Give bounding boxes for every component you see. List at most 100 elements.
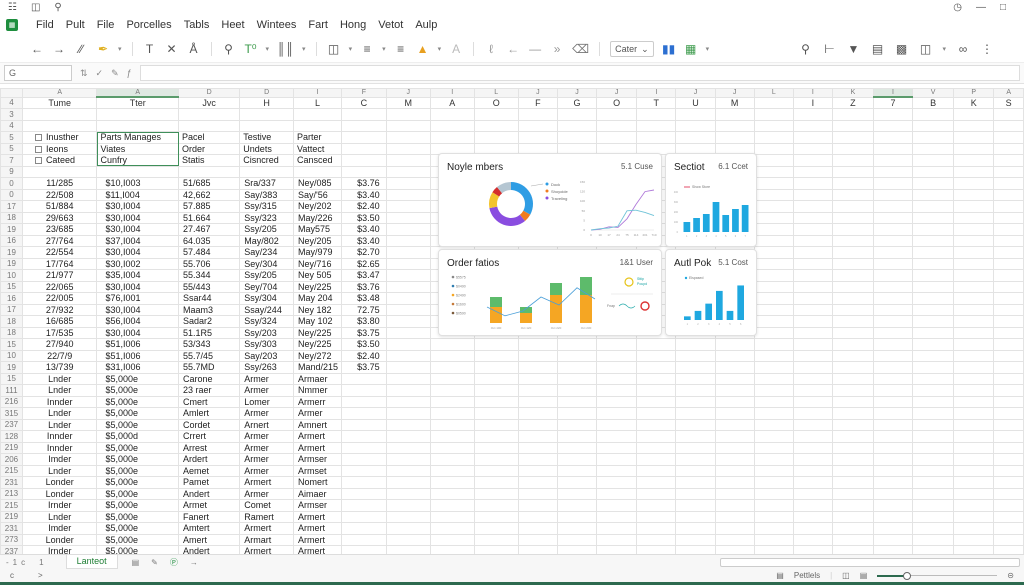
cell[interactable] (753, 349, 794, 362)
chart-card-section[interactable]: Sectiot 6.1 Ccet Show Store 0 100 200 300 400… (665, 153, 757, 247)
cell[interactable]: 55.706 (177, 257, 241, 270)
header-cell[interactable]: Jvc (177, 96, 241, 109)
cell[interactable] (473, 453, 519, 466)
column-header[interactable]: D (177, 88, 241, 98)
cell[interactable]: Armert (293, 441, 343, 454)
cell[interactable]: Testive (239, 131, 295, 144)
cell[interactable] (831, 223, 874, 236)
cell[interactable]: Viates (96, 142, 179, 155)
cell[interactable]: 27/940 (21, 338, 98, 351)
column-header[interactable]: I (429, 88, 475, 98)
redo-icon[interactable]: → (52, 40, 66, 58)
cell[interactable] (753, 441, 794, 454)
cell[interactable] (753, 464, 794, 477)
cell[interactable]: Cateed (21, 154, 98, 167)
cell[interactable] (993, 545, 1024, 554)
cell[interactable] (429, 372, 475, 385)
cell[interactable] (912, 361, 955, 374)
cell[interactable] (556, 453, 598, 466)
cell[interactable] (872, 384, 914, 397)
cell[interactable] (714, 453, 755, 466)
cell[interactable] (429, 131, 475, 144)
cell[interactable] (993, 499, 1024, 512)
cell[interactable] (831, 246, 874, 259)
cell[interactable] (675, 338, 716, 351)
cell[interactable] (912, 510, 955, 523)
column-header[interactable]: J (596, 88, 638, 98)
cell[interactable]: $5,000e (96, 487, 179, 500)
cell[interactable] (714, 384, 755, 397)
edit-icon[interactable]: ✎ (111, 68, 119, 79)
cell[interactable]: Ney 182 (293, 303, 343, 316)
cell[interactable] (517, 476, 558, 489)
cell[interactable] (714, 131, 755, 144)
cell[interactable] (517, 131, 558, 144)
cell[interactable] (792, 545, 833, 554)
cell[interactable] (596, 464, 638, 477)
cell[interactable]: Lomer (239, 395, 295, 408)
cell[interactable] (714, 338, 755, 351)
cell[interactable]: Say/203 (239, 349, 295, 362)
cell[interactable] (753, 303, 794, 316)
cell[interactable]: Innder (21, 430, 98, 443)
row-header[interactable]: 7 (0, 154, 23, 167)
row-header[interactable]: 17 (0, 200, 23, 213)
cell[interactable]: $51,I006 (96, 349, 179, 362)
cell[interactable] (517, 418, 558, 431)
cell[interactable] (556, 487, 598, 500)
cell[interactable]: $37,I004 (96, 234, 179, 247)
cell[interactable] (596, 453, 638, 466)
cell[interactable] (385, 361, 431, 374)
row-header[interactable]: 0 (0, 188, 23, 201)
cell[interactable]: $3.80 (341, 315, 387, 328)
column-header[interactable]: L (473, 88, 519, 98)
cell[interactable]: Aimaer (293, 487, 343, 500)
cell[interactable]: $3.40 (341, 234, 387, 247)
dash-icon[interactable]: — (528, 40, 542, 58)
cell[interactable] (636, 119, 677, 132)
cell[interactable] (385, 430, 431, 443)
cell[interactable]: Say/'56 (293, 188, 343, 201)
sheet-nav-first[interactable]: - (6, 558, 9, 567)
cell[interactable] (953, 108, 995, 121)
cell[interactable] (993, 119, 1024, 132)
cell[interactable]: Armer (293, 407, 343, 420)
cell[interactable] (636, 499, 677, 512)
cell[interactable]: Say/234 (239, 246, 295, 259)
cell[interactable] (636, 407, 677, 420)
cell[interactable] (714, 464, 755, 477)
cell[interactable] (993, 418, 1024, 431)
cell[interactable] (473, 464, 519, 477)
cell[interactable] (714, 533, 755, 546)
cell[interactable] (429, 499, 475, 512)
column-header[interactable]: P (953, 88, 995, 98)
scroll-right-button[interactable]: > (38, 571, 43, 580)
cell[interactable] (953, 349, 995, 362)
cell[interactable]: Amert (177, 533, 241, 546)
cell[interactable]: $30,I004 (96, 303, 179, 316)
scroll-left-button[interactable]: c (10, 571, 14, 580)
column-header[interactable]: K (831, 88, 874, 98)
cell[interactable] (953, 453, 995, 466)
cell[interactable] (912, 280, 955, 293)
cell[interactable] (792, 119, 833, 132)
cell[interactable] (953, 407, 995, 420)
cell[interactable]: $5,000e (96, 395, 179, 408)
cell[interactable] (953, 257, 995, 270)
cell[interactable]: $5,000e (96, 476, 179, 489)
cell[interactable]: Armer (239, 407, 295, 420)
cell[interactable] (556, 499, 598, 512)
cell[interactable] (429, 119, 475, 132)
cell[interactable] (953, 177, 995, 190)
cell[interactable]: $2.65 (341, 257, 387, 270)
header-cell[interactable]: L (293, 96, 343, 109)
cell[interactable] (831, 407, 874, 420)
italic-icon[interactable]: ℓ (484, 40, 498, 58)
cell[interactable] (912, 234, 955, 247)
cell[interactable]: Armser (293, 499, 343, 512)
cell[interactable] (341, 407, 387, 420)
cell[interactable] (953, 188, 995, 201)
cell[interactable] (953, 372, 995, 385)
cell[interactable] (517, 395, 558, 408)
indent-left-icon[interactable]: ← (506, 40, 520, 58)
